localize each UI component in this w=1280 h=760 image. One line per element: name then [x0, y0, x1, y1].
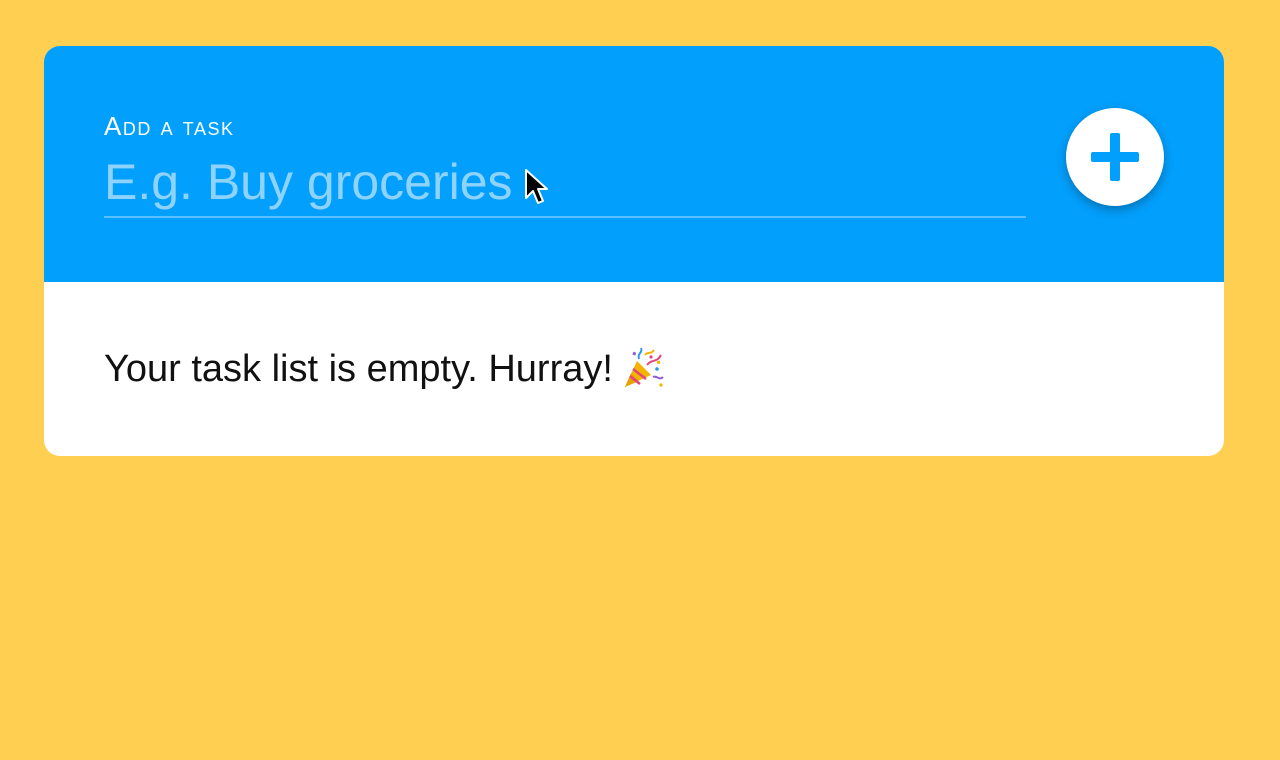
party-popper-icon: [624, 347, 664, 387]
task-input[interactable]: [104, 154, 1026, 218]
empty-state-text: Your task list is empty. Hurray!: [104, 348, 613, 390]
add-task-label: Add a task: [104, 111, 235, 141]
task-card: Add a task Your task list is empty. Hurr…: [44, 46, 1224, 456]
add-task-button[interactable]: [1066, 108, 1164, 206]
plus-icon: [1091, 133, 1139, 181]
add-task-panel: Add a task: [44, 46, 1224, 282]
empty-state: Your task list is empty. Hurray!: [104, 346, 665, 392]
